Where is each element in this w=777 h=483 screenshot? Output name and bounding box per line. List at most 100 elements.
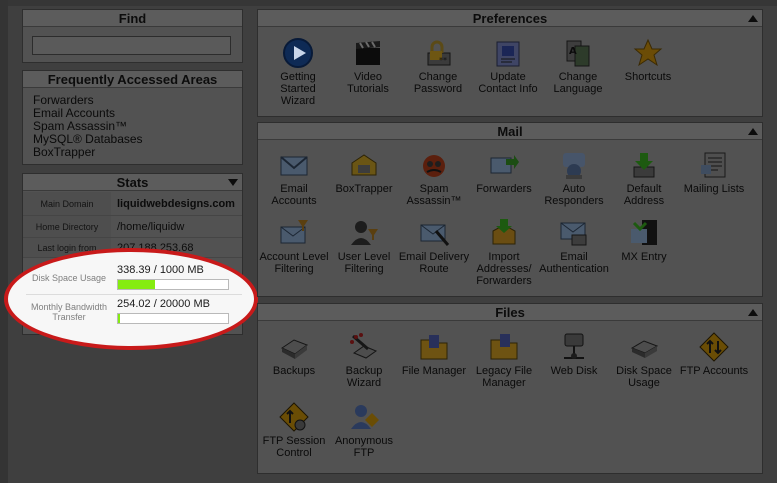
- hard-drive-icon: [277, 331, 311, 363]
- icon-label: Web Disk: [550, 365, 598, 377]
- preferences-panel: Preferences Getting Started Wizard Video …: [257, 9, 763, 117]
- files-title: Files: [495, 305, 525, 320]
- svg-text:**: **: [439, 56, 447, 65]
- user-filter-icon: [347, 217, 381, 249]
- filter-envelope-icon: [277, 217, 311, 249]
- bandwidth-value: 254.02 / 20000 MB: [117, 298, 210, 310]
- mailing-list-icon: [697, 149, 731, 181]
- preferences-item-contact-card[interactable]: Update Contact Info: [472, 37, 544, 95]
- contact-card-icon: [491, 37, 525, 69]
- mail-item-authentication[interactable]: Email Authentication: [538, 217, 610, 275]
- icon-label: Forwarders: [476, 183, 532, 195]
- stats-header[interactable]: Stats: [23, 174, 242, 191]
- window-frame-left: [0, 0, 8, 483]
- icon-label: File Manager: [401, 365, 467, 377]
- mail-item-forward-arrow[interactable]: Forwarders: [468, 149, 540, 195]
- files-item-disk-usage[interactable]: Disk Space Usage: [608, 331, 680, 389]
- mail-header[interactable]: Mail: [258, 123, 762, 140]
- mail-item-envelope[interactable]: Email Accounts: [258, 149, 330, 207]
- find-title: Find: [23, 10, 242, 27]
- ftp-session-icon: [277, 401, 311, 433]
- disk-usage-icon: [627, 331, 661, 363]
- stats-row-main-domain: Main Domain liquidwebdesigns.com: [23, 192, 242, 216]
- icon-label: Change Language: [553, 71, 603, 95]
- mx-entry-icon: [627, 217, 661, 249]
- mail-item-download-arrow[interactable]: Default Address: [608, 149, 680, 207]
- files-panel: Files Backups Backup Wizard File Manager Le…: [257, 303, 763, 474]
- icon-label: Auto Responders: [544, 183, 604, 207]
- files-item-backup-wand[interactable]: Backup Wizard: [328, 331, 400, 389]
- ftp-sign-icon: [697, 331, 731, 363]
- collapse-arrow-icon[interactable]: [228, 179, 238, 186]
- stats-label: Main Domain: [23, 192, 111, 215]
- collapse-arrow-icon[interactable]: [748, 15, 758, 22]
- icon-label: FTP Accounts: [679, 365, 749, 377]
- preferences-header[interactable]: Preferences: [258, 10, 762, 27]
- lock-password-icon: **: [421, 37, 455, 69]
- mail-item-auto-responder[interactable]: Auto Responders: [538, 149, 610, 207]
- icon-label: Default Address: [623, 183, 665, 207]
- window-frame-top: [0, 0, 777, 6]
- stats-label: Home Directory: [23, 216, 111, 237]
- stats-row-bandwidth: Monthly Bandwidth Transfer 254.02 / 2000…: [26, 297, 242, 327]
- icon-label: Spam Assassin™: [406, 183, 462, 207]
- find-box: Find: [22, 9, 243, 63]
- folder-icon: [417, 331, 451, 363]
- preferences-item-star[interactable]: Shortcuts: [612, 37, 684, 83]
- files-item-ftp-sign[interactable]: FTP Accounts: [678, 331, 750, 377]
- icon-label: FTP Session Control: [262, 435, 326, 459]
- icon-label: Shortcuts: [624, 71, 672, 83]
- files-header[interactable]: Files: [258, 304, 762, 321]
- icon-label: Legacy File Manager: [475, 365, 533, 389]
- icon-label: BoxTrapper: [335, 183, 393, 195]
- preferences-item-play[interactable]: Getting Started Wizard: [262, 37, 334, 107]
- frequently-accessed-title: Frequently Accessed Areas: [23, 71, 242, 88]
- files-item-legacy-folder[interactable]: Legacy File Manager: [468, 331, 540, 389]
- bandwidth-bar-fill: [118, 314, 121, 323]
- collapse-arrow-icon[interactable]: [748, 309, 758, 316]
- icon-label: Backup Wizard: [345, 365, 383, 389]
- icon-label: Email Accounts: [271, 183, 317, 207]
- icon-label: Email Authentication: [539, 251, 609, 275]
- delivery-route-icon: [417, 217, 451, 249]
- bandwidth-bar: [117, 313, 229, 324]
- mail-item-mailing-list[interactable]: Mailing Lists: [678, 149, 750, 195]
- collapse-arrow-icon[interactable]: [748, 128, 758, 135]
- stats-value: /home/liquidw: [117, 220, 185, 233]
- mail-item-spam-assassin[interactable]: Spam Assassin™: [398, 149, 470, 207]
- icon-label: Change Password: [413, 71, 463, 95]
- mail-item-boxtrapper[interactable]: BoxTrapper: [328, 149, 400, 195]
- preferences-item-lock-password[interactable]: ** Change Password: [402, 37, 474, 95]
- mail-item-mx-entry[interactable]: MX Entry: [608, 217, 680, 263]
- icon-label: Mailing Lists: [683, 183, 745, 195]
- faa-link-boxtrapper[interactable]: BoxTrapper: [33, 146, 242, 159]
- icon-label: Getting Started Wizard: [280, 71, 316, 107]
- mail-item-delivery-route[interactable]: Email Delivery Route: [398, 217, 470, 275]
- icon-label: Disk Space Usage: [616, 365, 672, 389]
- frequently-accessed-box: Frequently Accessed Areas Forwarders Ema…: [22, 70, 243, 165]
- stats-row-home-directory: Home Directory /home/liquidw: [23, 216, 242, 238]
- icon-label: Anonymous FTP: [334, 435, 394, 459]
- mail-item-user-filter[interactable]: User Level Filtering: [328, 217, 400, 275]
- mail-item-import-box[interactable]: Import Addresses/ Forwarders: [468, 217, 540, 287]
- preferences-title: Preferences: [472, 11, 548, 26]
- files-item-ftp-session[interactable]: FTP Session Control: [258, 401, 330, 459]
- frequently-accessed-list: Forwarders Email Accounts Spam Assassin™…: [23, 88, 242, 159]
- bandwidth-label: Monthly Bandwidth Transfer: [30, 302, 108, 322]
- network-disk-icon: [557, 331, 591, 363]
- files-item-network-disk[interactable]: Web Disk: [538, 331, 610, 377]
- import-box-icon: [487, 217, 521, 249]
- mail-item-filter-envelope[interactable]: Account Level Filtering: [258, 217, 330, 275]
- preferences-item-clapperboard[interactable]: Video Tutorials: [332, 37, 404, 95]
- stats-row-disk-space: Disk Space Usage 338.39 / 1000 MB: [26, 263, 242, 293]
- files-item-anonymous-ftp[interactable]: Anonymous FTP: [328, 401, 400, 459]
- files-item-hard-drive[interactable]: Backups: [258, 331, 330, 377]
- icon-label: User Level Filtering: [337, 251, 391, 275]
- disk-space-bar-fill: [118, 280, 156, 289]
- authentication-icon: [557, 217, 591, 249]
- files-item-folder[interactable]: File Manager: [398, 331, 470, 377]
- find-input[interactable]: [32, 36, 231, 55]
- icon-label: Video Tutorials: [347, 71, 389, 95]
- icon-label: Import Addresses/ Forwarders: [476, 251, 532, 287]
- preferences-item-language[interactable]: A Change Language: [542, 37, 614, 95]
